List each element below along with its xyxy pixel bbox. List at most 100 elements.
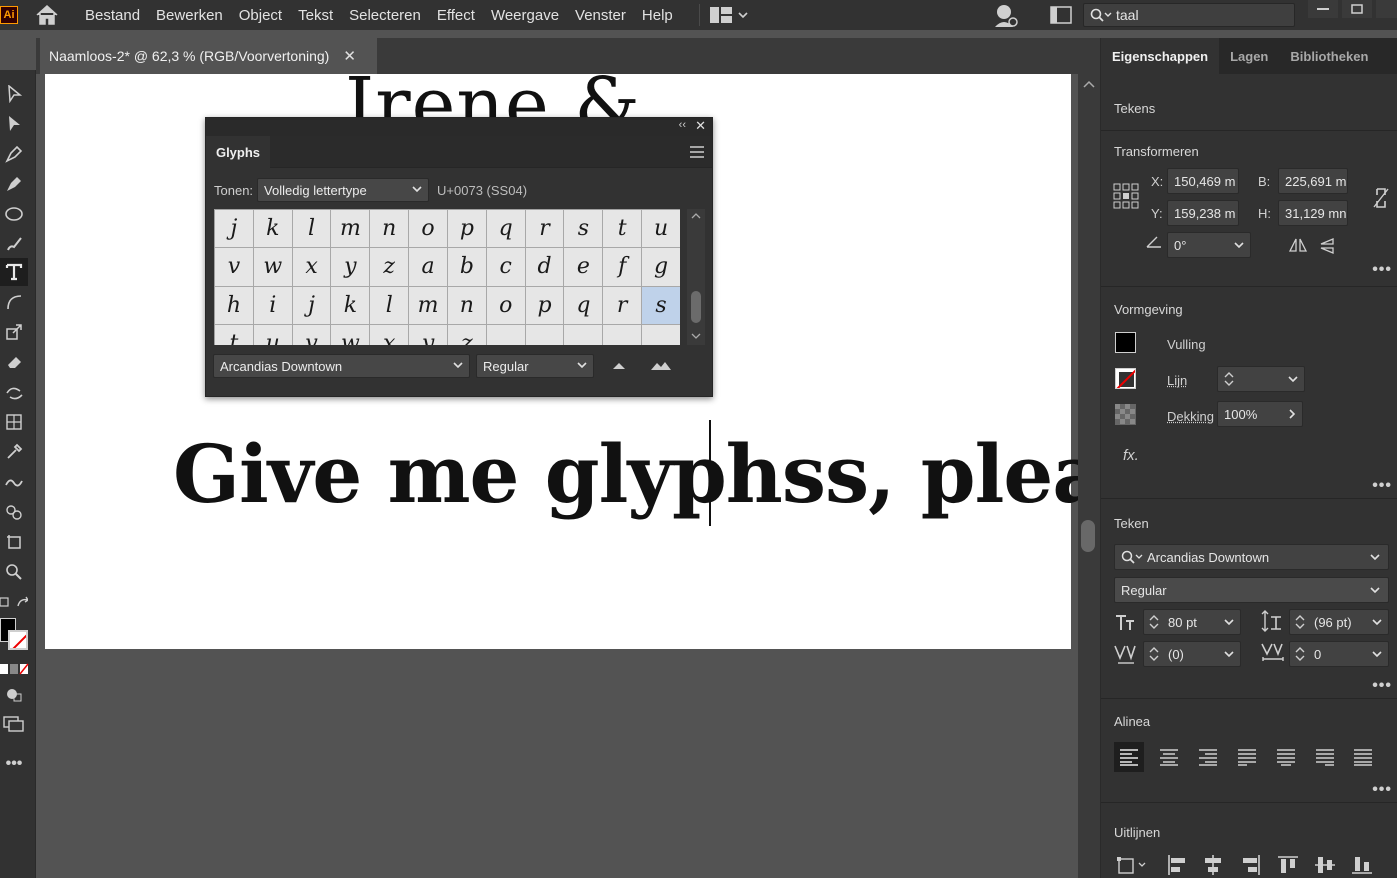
brush-tool-icon[interactable] [0,230,28,258]
direct-selection-tool-icon[interactable] [0,110,28,138]
glyph-cell[interactable]: z [448,325,487,345]
glyph-cell[interactable]: q [487,210,526,248]
close-window-button[interactable] [1376,0,1397,18]
kerning-field[interactable]: (0) [1143,641,1241,667]
stepper-icon[interactable] [1149,646,1159,662]
leading-field[interactable]: (96 pt) [1289,609,1389,635]
stepper-icon[interactable] [1295,614,1305,630]
reference-point-icon[interactable] [1113,183,1139,214]
glyph-scroll-thumb[interactable] [691,291,701,323]
b-field[interactable]: 225,691 m [1278,168,1348,194]
glyph-cell[interactable]: t [215,325,254,345]
glyph-cell[interactable]: q [564,287,603,325]
screen-mode-icon[interactable] [0,710,28,738]
stepper-icon[interactable] [1149,614,1159,630]
flip-horizontal-icon[interactable] [1288,237,1308,258]
glyph-cell[interactable]: p [526,287,565,325]
home-icon[interactable] [32,0,62,30]
stepper-icon[interactable] [1295,646,1305,662]
eraser-tool-icon[interactable] [0,348,28,376]
align-to-icon[interactable] [1117,855,1149,878]
align-center-icon[interactable] [1159,748,1179,771]
tab-lagen[interactable]: Lagen [1219,38,1279,74]
minimize-button[interactable] [1308,0,1338,18]
canvas-scroll-thumb[interactable] [1081,520,1095,552]
panel-menu-icon[interactable] [690,145,704,163]
puppet-warp-tool-icon[interactable] [0,378,28,406]
character-more-icon[interactable]: ••• [1372,677,1392,695]
zoom-out-glyphs-icon[interactable] [612,362,626,370]
justify-all-icon[interactable] [1353,748,1373,771]
glyph-cell[interactable]: r [526,210,565,248]
glyph-cell[interactable]: m [409,287,448,325]
artboard-text-main[interactable]: Give me glyphss, please [173,427,1194,521]
pen-tool-icon[interactable] [0,140,28,168]
arrange-docs-icon[interactable] [1050,6,1072,29]
menu-effect[interactable]: Effect [429,7,483,24]
tracking-field[interactable]: 0 [1289,641,1389,667]
align-left-icon[interactable] [1114,742,1144,772]
glyph-cell[interactable]: z [370,248,409,286]
glyph-cell[interactable]: t [603,210,642,248]
align-vertical-center-icon[interactable] [1315,855,1335,878]
paragraph-more-icon[interactable]: ••• [1372,781,1392,799]
glyph-cell[interactable]: m [331,210,370,248]
glyph-cell[interactable]: h [215,287,254,325]
stroke-swatch[interactable] [8,630,28,650]
h-field[interactable]: 31,129 mn [1278,200,1348,226]
fill-color-swatch[interactable] [1115,332,1136,353]
glyph-cell[interactable]: d [526,248,565,286]
align-bottom-edges-icon[interactable] [1352,855,1372,878]
menu-selecteren[interactable]: Selecteren [341,7,429,24]
glyph-cell[interactable]: s [642,287,680,325]
appearance-more-icon[interactable]: ••• [1372,477,1392,495]
zoom-in-glyphs-icon[interactable] [650,361,672,371]
scale-tool-icon[interactable] [0,318,28,346]
document-tab[interactable]: Naamloos-2* @ 62,3 % (RGB/Voorvertoning)… [40,38,377,74]
blend-tool-icon[interactable] [0,468,28,496]
show-dropdown[interactable]: Volledig lettertype [257,178,429,202]
glyph-cell[interactable] [603,325,642,345]
selection-tool-icon[interactable] [0,80,28,108]
y-field[interactable]: 159,238 m [1167,200,1239,226]
fill-stroke-swatch[interactable] [0,618,30,654]
search-box[interactable]: taal [1083,3,1295,27]
ellipse-tool-icon[interactable] [0,200,28,228]
glyph-cell[interactable]: l [293,210,332,248]
fx-button[interactable]: fx. [1123,447,1139,464]
glyph-style-dropdown[interactable]: Regular [476,354,594,378]
glyph-cell[interactable] [564,325,603,345]
maximize-button[interactable] [1342,0,1372,18]
glyph-cell[interactable]: p [448,210,487,248]
character-font-field[interactable]: Arcandias Downtown [1114,544,1389,570]
menu-venster[interactable]: Venster [567,7,634,24]
glyph-cell[interactable]: c [487,248,526,286]
glyph-cell[interactable]: k [331,287,370,325]
glyphs-panel-titlebar[interactable]: ‹‹ ✕ [206,118,712,136]
glyph-cell[interactable]: g [642,248,680,286]
scroll-down-icon[interactable] [691,333,701,340]
align-right-edges-icon[interactable] [1241,855,1261,878]
glyph-cell[interactable]: o [487,287,526,325]
menu-help[interactable]: Help [634,7,681,24]
glyph-cell[interactable]: v [215,248,254,286]
zoom-tool-icon[interactable] [0,558,28,586]
rotate-field[interactable]: 0° [1167,232,1251,258]
transform-more-icon[interactable]: ••• [1372,261,1392,279]
tab-bibliotheken[interactable]: Bibliotheken [1279,38,1379,74]
justify-left-icon[interactable] [1237,748,1257,771]
glyph-cell[interactable]: n [370,210,409,248]
menu-weergave[interactable]: Weergave [483,7,567,24]
glyph-cell[interactable]: r [603,287,642,325]
swap-colors-icon[interactable] [0,588,28,616]
workspace-switcher[interactable] [699,4,748,26]
flip-vertical-icon[interactable] [1319,237,1335,260]
glyph-cell[interactable]: j [215,210,254,248]
close-panel-icon[interactable]: ✕ [695,118,706,134]
tab-glyphs[interactable]: Glyphs [206,136,270,168]
font-size-field[interactable]: 80 pt [1143,609,1241,635]
more-tools-icon[interactable]: ••• [0,750,28,778]
draw-mode-icon[interactable] [0,680,28,708]
eyedropper-tool-icon[interactable] [0,438,28,466]
glyph-cell[interactable]: i [254,287,293,325]
